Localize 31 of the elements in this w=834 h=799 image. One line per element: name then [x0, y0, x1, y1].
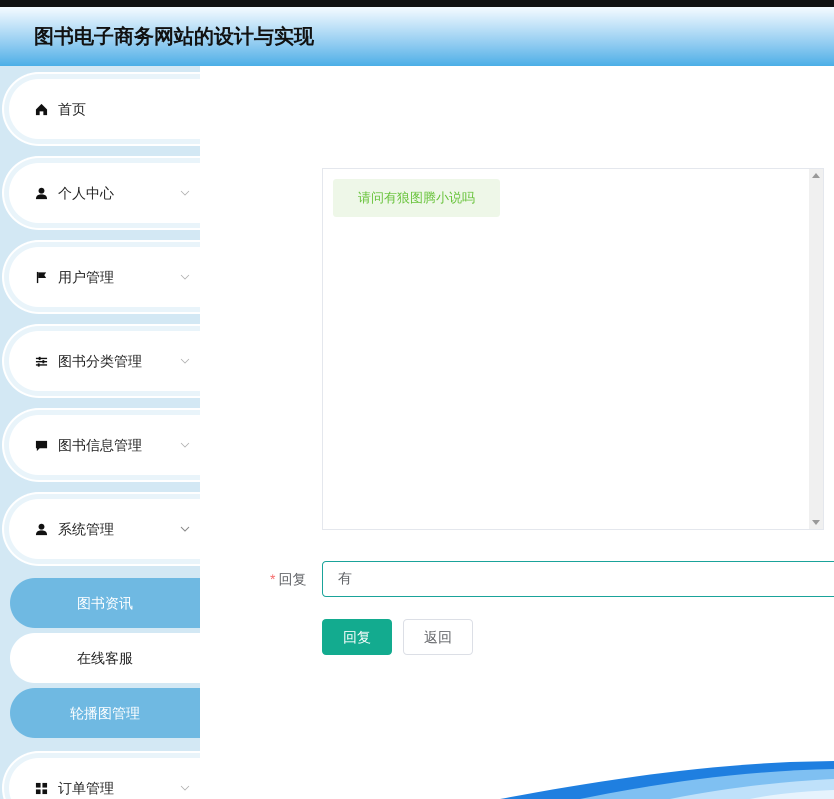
scroll-down-icon[interactable] — [812, 520, 820, 525]
menu-label: 个人中心 — [58, 184, 115, 202]
menu-label: 订单管理 — [58, 778, 115, 798]
menu-item[interactable]: 首页 — [4, 74, 200, 144]
reply-input[interactable]: 有 — [322, 561, 834, 597]
menu-item[interactable]: 用户管理 — [4, 242, 200, 312]
menu-item[interactable]: 系统管理 — [4, 494, 200, 564]
menu-item[interactable]: 订单管理 — [4, 753, 200, 799]
required-mark: * — [270, 570, 276, 588]
menu-item[interactable]: 图书分类管理 — [4, 326, 200, 396]
back-button[interactable]: 返回 — [403, 619, 473, 655]
menu-label: 首页 — [58, 100, 87, 118]
message-bubble: 请问有狼图腾小说吗 — [333, 179, 500, 216]
sliders-icon — [35, 354, 48, 368]
menu-item[interactable]: 图书信息管理 — [4, 410, 200, 480]
menu-label: 图书信息管理 — [58, 436, 143, 454]
menu-label: 用户管理 — [58, 268, 115, 286]
scroll-up-icon[interactable] — [812, 173, 820, 178]
user-icon — [35, 522, 48, 536]
grid-icon — [35, 782, 48, 794]
chat-bubble-icon — [35, 438, 48, 452]
home-icon — [35, 102, 48, 116]
menu-label: 图书分类管理 — [58, 352, 143, 370]
scrollbar[interactable] — [809, 169, 823, 529]
menu-label: 系统管理 — [58, 520, 115, 538]
user-icon — [35, 186, 48, 200]
reply-label: 回复 — [278, 570, 306, 588]
menu-item[interactable]: 个人中心 — [4, 158, 200, 228]
flag-icon — [35, 270, 48, 284]
submenu-item[interactable]: 在线客服 — [10, 633, 200, 683]
site-title: 图书电子商务网站的设计与实现 — [34, 24, 314, 50]
